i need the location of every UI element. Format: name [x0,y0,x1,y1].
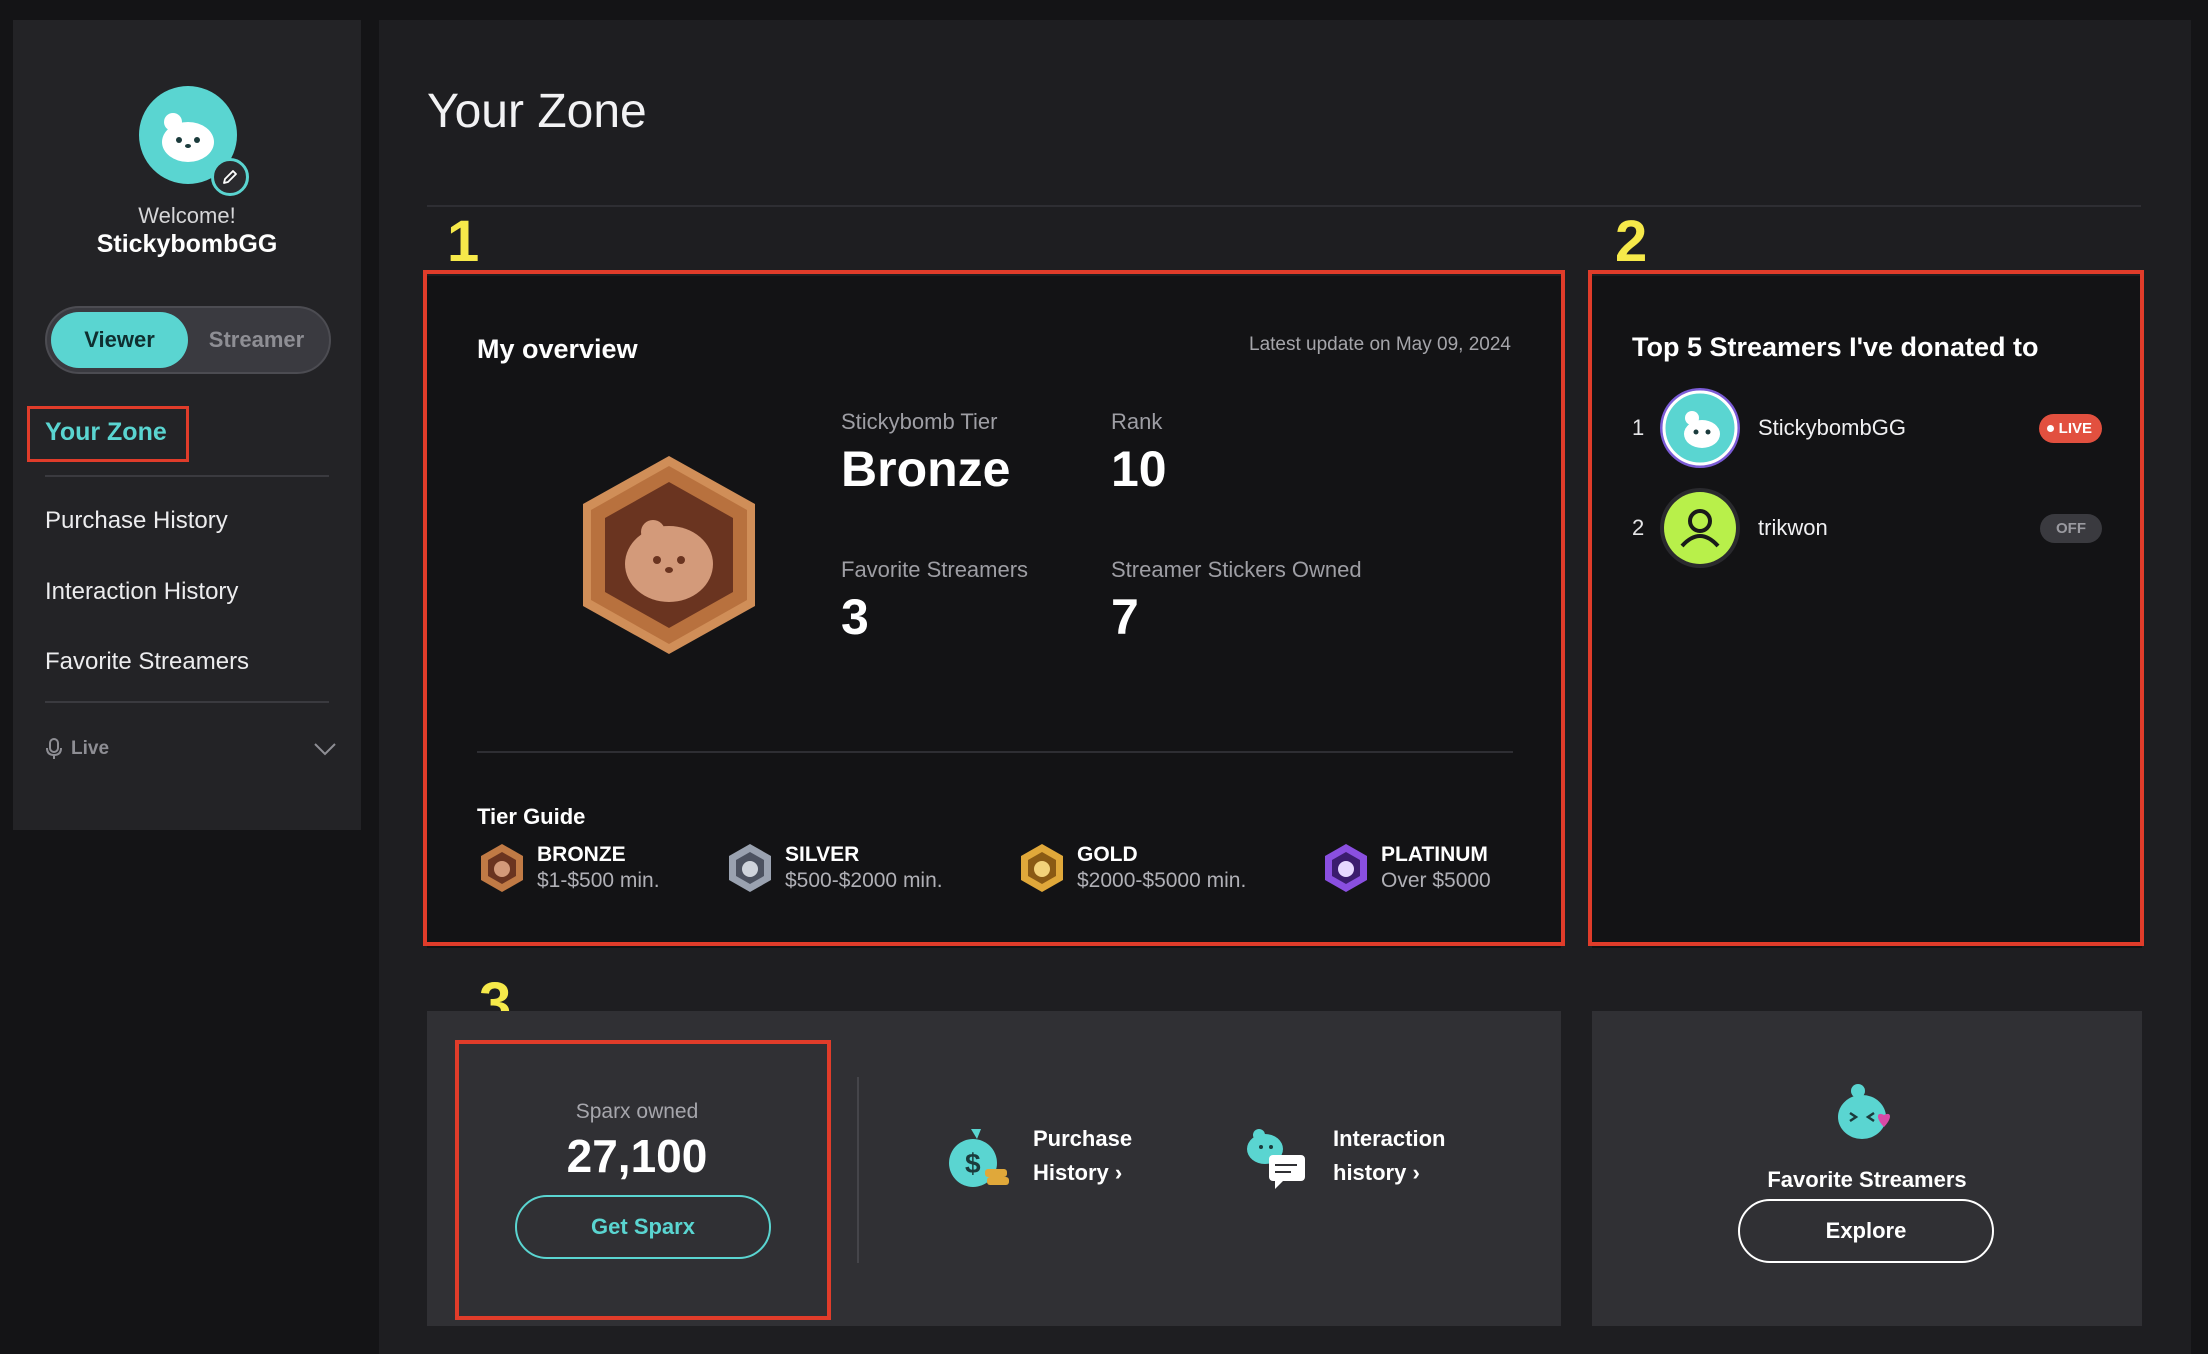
profile-avatar[interactable] [139,86,249,196]
pencil-icon [223,170,237,184]
page-title: Your Zone [427,85,647,138]
role-toggle: Viewer Streamer [45,306,331,374]
annotation-box-sparx [455,1040,831,1320]
sidebar-item-purchase-history[interactable]: Purchase History [45,507,228,535]
annotation-number-2: 2 [1615,209,1648,274]
interaction-history-shortcut[interactable]: Interaction history › [1241,1121,1445,1191]
chevron-right-icon: › [1114,1160,1123,1185]
edit-avatar-button[interactable] [211,158,249,196]
chevron-down-icon [314,743,336,756]
divider [45,701,329,703]
shortcut-line2: History › [1033,1156,1132,1190]
shortcut-line2-text: history [1333,1160,1407,1185]
main-content: Your Zone 1 2 3 My overview Latest updat… [379,20,2191,1354]
annotation-number-1: 1 [447,209,480,274]
shortcut-line2: history › [1333,1156,1445,1190]
svg-text:$: $ [965,1148,981,1179]
money-bag-icon: $ [949,1129,1009,1187]
shortcut-line1: Purchase [1033,1126,1133,1151]
streamer-toggle-button[interactable]: Streamer [188,312,325,368]
divider [857,1077,859,1263]
username: StickybombGG [96,230,278,258]
viewer-toggle-button[interactable]: Viewer [51,312,188,368]
favorite-streamers-title: Favorite Streamers [1767,1167,1967,1192]
purchase-history-shortcut[interactable]: $ Purchase History › [941,1121,1132,1191]
live-label: Live [71,738,110,759]
divider [427,205,2141,207]
microphone-icon [46,738,62,759]
sidebar-item-interaction-history[interactable]: Interaction History [45,578,238,606]
chevron-right-icon: › [1412,1160,1420,1185]
shortcut-line2-text: History [1033,1160,1109,1185]
heart-mascot-icon [1838,1084,1890,1139]
annotation-box-overview [423,270,1565,946]
favorite-streamers-card: Favorite Streamers Explore [1592,1011,2142,1326]
sidebar-item-your-zone[interactable]: Your Zone [45,418,167,447]
chat-icon [1247,1129,1305,1189]
welcome-text: Welcome! [138,203,236,228]
divider [45,475,329,477]
sidebar: Welcome! StickybombGG Viewer Streamer Yo… [13,20,361,830]
live-dropdown[interactable]: Live [45,734,337,764]
annotation-box-top5 [1588,270,2144,946]
explore-button[interactable]: Explore [1738,1199,1994,1263]
shortcut-line1: Interaction [1333,1126,1446,1151]
sidebar-item-favorite-streamers[interactable]: Favorite Streamers [45,648,249,676]
